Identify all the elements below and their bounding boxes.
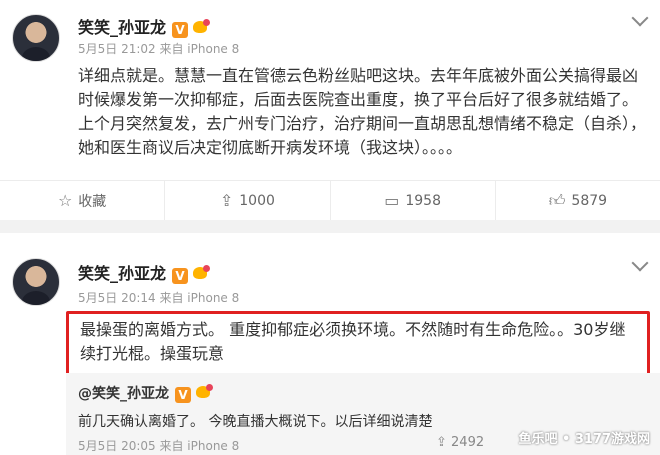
fan-badge-icon (192, 265, 211, 281)
star-icon: ☆ (57, 191, 73, 210)
repost-text: 前几天确认离婚了。 今晚直播大概说下。以后详细说清楚 (78, 414, 433, 430)
repost-author-line: @笑笑_孙亚龙 V (78, 383, 213, 403)
post-meta: 5月5日 21:02 来自 iPhone 8 (78, 42, 240, 56)
user-avatar[interactable] (12, 14, 60, 62)
fan-badge-icon (192, 19, 211, 35)
forward-icon: ⇪ (436, 435, 452, 450)
fan-badge-icon (195, 384, 213, 400)
action-bar: ☆ 收藏 ⇪ 1000 ▭ 1958 👍︎ 5879 (0, 180, 660, 220)
favorite-label: 收藏 (78, 193, 107, 210)
repost-forward[interactable]: ⇪ 2492 (436, 435, 484, 450)
post-content: 详细点就是。慧慧一直在管德云色粉丝贴吧这块。去年年底被外面公关搞得最凶时候爆发第… (78, 66, 647, 157)
thumbs-up-icon: 👍︎ (548, 190, 566, 210)
repost-forward-count: 2492 (451, 435, 485, 450)
forward-count: 1000 (239, 192, 275, 209)
weibo-post: 笑笑_孙亚龙 V 5月5日 20:14 来自 iPhone 8 最操蛋的离婚方式。… (0, 233, 660, 455)
chevron-down-icon[interactable] (631, 254, 649, 272)
favorite-button[interactable]: ☆ 收藏 (0, 181, 166, 220)
comment-count: 1958 (405, 192, 441, 209)
verified-v-icon: V (175, 387, 191, 403)
comment-icon: ▭ (384, 191, 400, 210)
post-username[interactable]: 笑笑_孙亚龙 V (78, 14, 211, 38)
comment-button[interactable]: ▭ 1958 (331, 181, 496, 220)
username-text[interactable]: 笑笑_孙亚龙 (78, 264, 166, 283)
repost-author[interactable]: @笑笑_孙亚龙 (78, 386, 169, 402)
verified-v-icon: V (172, 22, 189, 38)
site-watermark: 鱼乐吧 • 3177游戏网 (518, 432, 650, 447)
chevron-down-icon[interactable] (631, 9, 649, 27)
forward-button[interactable]: ⇪ 1000 (165, 181, 331, 220)
forward-icon: ⇪ (219, 191, 234, 210)
user-avatar[interactable] (12, 258, 60, 306)
post-meta: 5月5日 20:14 来自 iPhone 8 (78, 291, 240, 305)
repost-meta: 5月5日 20:05 来自 iPhone 8 (78, 439, 240, 453)
post-username[interactable]: 笑笑_孙亚龙 V (78, 260, 211, 284)
like-count: 5879 (571, 192, 608, 209)
like-button[interactable]: 👍︎ 5879 (496, 181, 660, 220)
verified-v-icon: V (172, 268, 189, 284)
username-text[interactable]: 笑笑_孙亚龙 (78, 18, 166, 37)
weibo-post: 笑笑_孙亚龙 V 5月5日 21:02 来自 iPhone 8 详细点就是。慧慧一… (0, 0, 660, 220)
